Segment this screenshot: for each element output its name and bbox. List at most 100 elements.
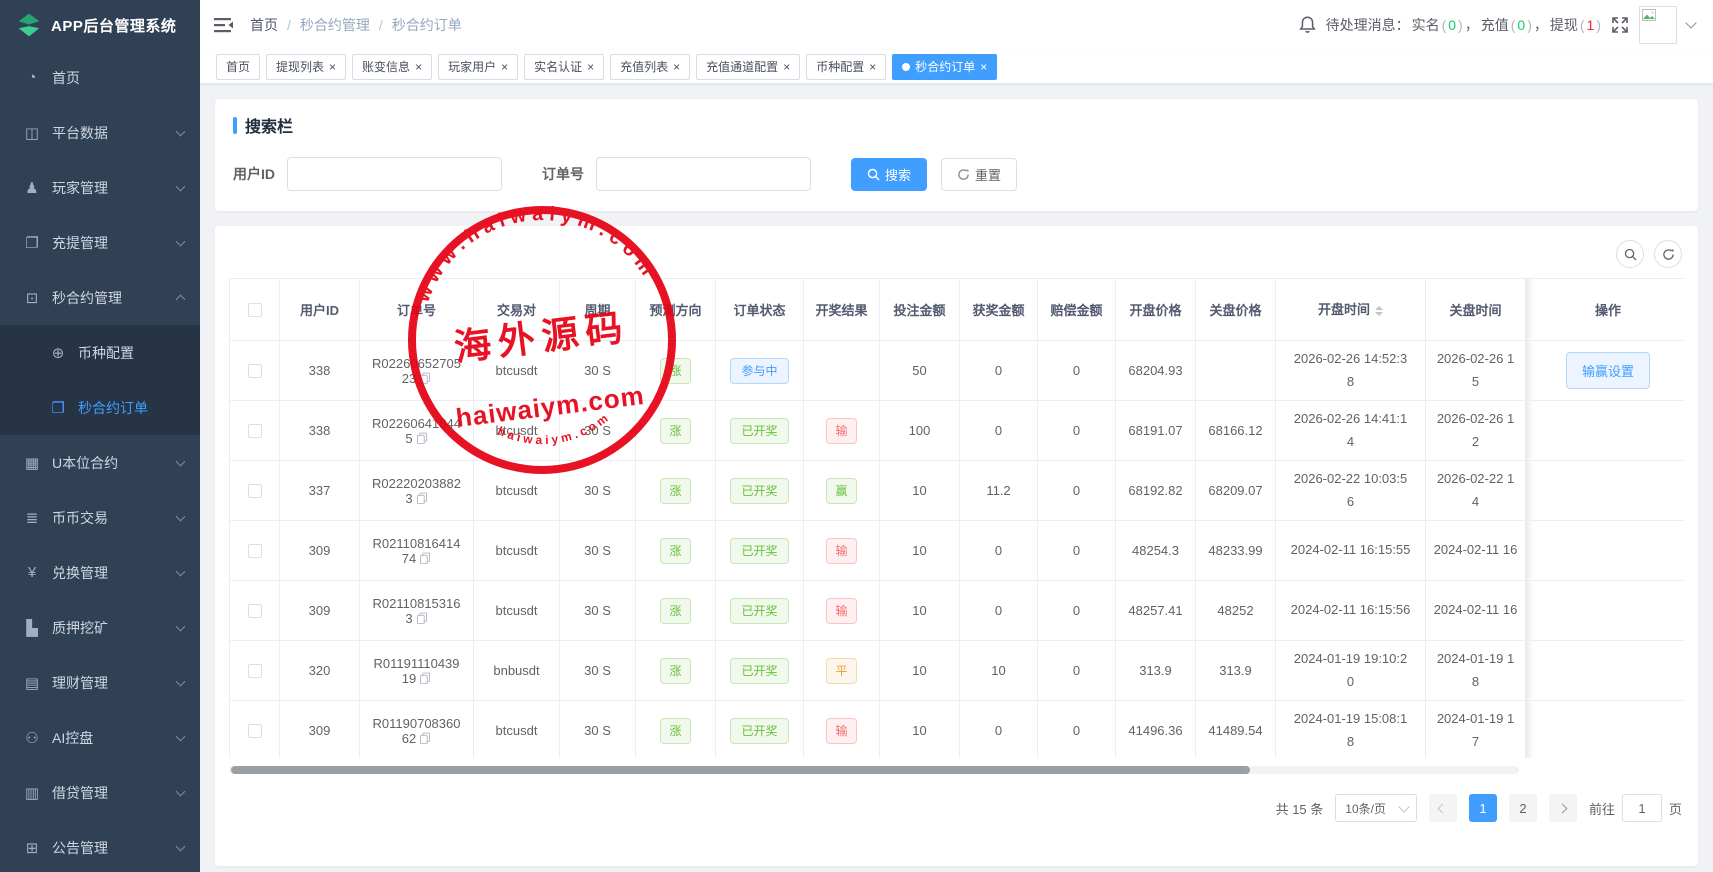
tab-秒合约订单[interactable]: 秒合约订单× [892, 54, 997, 80]
cell-pair: btcusdt [474, 461, 560, 521]
notice-paren: ) [1458, 17, 1463, 33]
cell-bet: 50 [880, 341, 960, 401]
sidebar-item-label: U本位合约 [52, 453, 177, 473]
chevron-down-icon [176, 236, 186, 246]
bell-icon[interactable] [1299, 16, 1316, 34]
horizontal-scrollbar-thumb[interactable] [231, 766, 1250, 774]
tab-label: 账变信息 [362, 58, 410, 75]
next-page-button[interactable] [1549, 794, 1577, 822]
fullscreen-icon[interactable] [1611, 16, 1629, 34]
cell-action [1526, 701, 1685, 759]
notice-count-实名: 0 [1448, 17, 1456, 33]
tab-实名认证[interactable]: 实名认证× [524, 54, 604, 80]
row-checkbox[interactable] [248, 484, 262, 498]
copy-icon[interactable] [416, 612, 428, 624]
breadcrumb-item-首页[interactable]: 首页 [250, 15, 278, 35]
tab-close-icon[interactable]: × [673, 61, 680, 73]
avatar[interactable] [1639, 6, 1677, 44]
table-refresh-button[interactable] [1654, 240, 1682, 268]
tab-首页[interactable]: 首页 [216, 54, 260, 80]
reset-button[interactable]: 重置 [941, 158, 1017, 191]
tab-close-icon[interactable]: × [783, 61, 790, 73]
time-line: 2024-02-11 16 [1432, 539, 1519, 561]
sidebar-subitem-币种配置[interactable]: ⊕币种配置 [0, 325, 200, 380]
page-size-select[interactable]: 10条/页 [1335, 794, 1417, 822]
tab-close-icon[interactable]: × [980, 61, 987, 73]
row-checkbox[interactable] [248, 544, 262, 558]
sidebar-item-理财管理[interactable]: ▤理财管理 [0, 655, 200, 710]
table-row: 309R021108153163btcusdt30 S涨已开奖输10004825… [230, 581, 1685, 641]
copy-icon[interactable] [419, 372, 431, 384]
sidebar-item-AI控盘[interactable]: ⚇AI控盘 [0, 710, 200, 765]
sidebar-item-label: 充提管理 [52, 233, 177, 253]
page-button-2[interactable]: 2 [1509, 794, 1537, 822]
sidebar-item-公告管理[interactable]: ⊞公告管理 [0, 820, 200, 872]
tab-close-icon[interactable]: × [329, 61, 336, 73]
copy-icon[interactable] [419, 672, 431, 684]
sidebar-item-借贷管理[interactable]: ▥借贷管理 [0, 765, 200, 820]
horizontal-scrollbar[interactable] [229, 766, 1519, 774]
notice-paren: ( [1580, 17, 1585, 33]
sidebar-item-兑换管理[interactable]: ¥兑换管理 [0, 545, 200, 600]
cell-win: 0 [960, 521, 1038, 581]
row-checkbox[interactable] [248, 664, 262, 678]
table-search-toggle-button[interactable] [1616, 240, 1644, 268]
cell-compensate: 0 [1038, 701, 1116, 759]
sidebar-item-质押挖矿[interactable]: ▙质押挖矿 [0, 600, 200, 655]
copy-icon[interactable] [419, 552, 431, 564]
tab-close-icon[interactable]: × [869, 61, 876, 73]
sidebar-item-U本位合约[interactable]: ▦U本位合约 [0, 435, 200, 490]
column-header-订单号: 订单号 [360, 279, 474, 341]
copy-icon[interactable] [416, 492, 428, 504]
sidebar-item-玩家管理[interactable]: ♟玩家管理 [0, 160, 200, 215]
copy-icon[interactable] [416, 432, 428, 444]
result-badge: 平 [826, 658, 856, 684]
user-id-input[interactable] [287, 157, 502, 191]
exchange-icon: ¥ [20, 564, 44, 581]
order-no-line: R01191110439 [366, 656, 467, 671]
row-checkbox[interactable] [248, 424, 262, 438]
row-checkbox[interactable] [248, 364, 262, 378]
time-line: 4 [1282, 431, 1419, 453]
search-button[interactable]: 搜索 [851, 158, 927, 191]
tab-close-icon[interactable]: × [501, 61, 508, 73]
row-checkbox[interactable] [248, 724, 262, 738]
tab-充值列表[interactable]: 充值列表× [610, 54, 690, 80]
cell-bet: 10 [880, 641, 960, 701]
prev-page-button[interactable] [1429, 794, 1457, 822]
sidebar-subitem-秒合约订单[interactable]: ❐秒合约订单 [0, 380, 200, 435]
sidebar-item-秒合约管理[interactable]: ⊡秒合约管理 [0, 270, 200, 325]
tab-close-icon[interactable]: × [587, 61, 594, 73]
user-menu-caret-icon[interactable] [1685, 17, 1696, 28]
cell-close-time: 2026-02-22 14 [1426, 461, 1526, 521]
sidebar-item-首页[interactable]: ◔首页 [0, 50, 200, 105]
sidebar-item-label: 平台数据 [52, 123, 177, 143]
breadcrumb-separator: / [379, 17, 383, 33]
copy-icon[interactable] [419, 732, 431, 744]
select-all-checkbox[interactable] [248, 303, 262, 317]
breadcrumb-item-秒合约管理[interactable]: 秒合约管理 [300, 15, 370, 35]
tab-close-icon[interactable]: × [415, 61, 422, 73]
table-header-row: 用户ID订单号交易对周期预测方向订单状态开奖结果投注金额获奖金额赔偿金额开盘价格… [230, 279, 1685, 341]
order-no-input[interactable] [596, 157, 811, 191]
order-no-line: 19 [366, 671, 467, 686]
tab-提现列表[interactable]: 提现列表× [266, 54, 346, 80]
page-size-value: 10条/页 [1345, 800, 1386, 817]
column-header-label: 预测方向 [649, 303, 701, 318]
tab-玩家用户[interactable]: 玩家用户× [438, 54, 518, 80]
sidebar-item-币币交易[interactable]: ≣币币交易 [0, 490, 200, 545]
page-button-1[interactable]: 1 [1469, 794, 1497, 822]
tab-账变信息[interactable]: 账变信息 × [352, 54, 432, 80]
sort-icon[interactable] [1375, 302, 1383, 320]
row-select-cell [230, 341, 280, 401]
row-checkbox[interactable] [248, 604, 262, 618]
cell-open-time: 2026-02-26 14:52:38 [1276, 341, 1426, 401]
sidebar-item-平台数据[interactable]: ◫平台数据 [0, 105, 200, 160]
sidebar-toggle-button[interactable] [214, 17, 234, 33]
tab-币种配置[interactable]: 币种配置× [806, 54, 886, 80]
cell-win: 0 [960, 341, 1038, 401]
win-lose-setting-button[interactable]: 输赢设置 [1566, 352, 1650, 389]
tab-充值通道配置[interactable]: 充值通道配置× [696, 54, 800, 80]
goto-page-input[interactable] [1622, 794, 1662, 822]
sidebar-item-充提管理[interactable]: ❐充提管理 [0, 215, 200, 270]
